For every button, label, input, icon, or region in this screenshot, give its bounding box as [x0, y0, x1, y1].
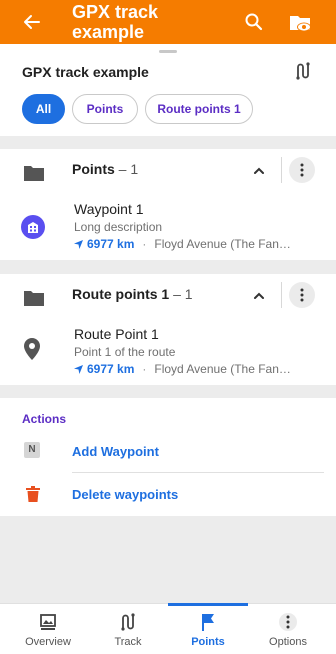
meta-separator: · — [142, 362, 147, 376]
chevron-up-icon[interactable] — [252, 164, 266, 178]
waypoint-building-icon — [21, 215, 45, 239]
more-vertical-icon — [300, 163, 304, 177]
folder-eye-icon[interactable] — [289, 12, 313, 34]
overview-image-icon — [40, 614, 56, 630]
chevron-up-icon[interactable] — [252, 289, 266, 303]
delete-waypoints-button[interactable]: Delete waypoints — [72, 487, 178, 502]
n-icon: N — [24, 442, 40, 458]
filter-chip-all[interactable]: All — [22, 94, 65, 124]
route-point-address: Floyd Avenue (The Fan… — [154, 362, 291, 376]
nav-label: Options — [269, 636, 307, 648]
group-name: Points — [72, 161, 115, 177]
group-title[interactable]: Points – 1 — [72, 161, 138, 177]
folder-icon — [24, 166, 44, 181]
points-group-card: Points – 1 Waypoint 1 Long description 6… — [0, 149, 336, 260]
nav-track[interactable]: Track — [88, 604, 168, 654]
filter-chip-points[interactable]: Points — [72, 94, 138, 124]
route-point-name[interactable]: Route Point 1 — [74, 326, 159, 342]
search-icon[interactable] — [244, 12, 264, 32]
waypoint-description: Long description — [74, 220, 163, 234]
more-vertical-icon — [279, 613, 297, 631]
actions-header: Actions — [22, 412, 67, 426]
divider — [281, 157, 282, 183]
filter-chip-route-points[interactable]: Route points 1 — [145, 94, 253, 124]
drag-handle[interactable] — [159, 50, 177, 53]
nav-label: Points — [191, 636, 225, 648]
group-menu-button[interactable] — [289, 282, 315, 308]
nav-overview[interactable]: Overview — [8, 604, 88, 654]
track-route-icon — [121, 613, 135, 631]
nav-label: Overview — [25, 636, 71, 648]
flag-icon — [202, 614, 214, 631]
folder-icon — [24, 291, 44, 306]
route-point-description: Point 1 of the route — [74, 345, 176, 359]
app-bar-title: GPX track example — [72, 2, 159, 42]
direction-arrow-icon — [74, 240, 83, 250]
add-waypoint-button[interactable]: Add Waypoint — [72, 444, 159, 459]
track-route-icon[interactable] — [293, 61, 313, 81]
back-arrow-icon[interactable] — [22, 12, 42, 32]
track-sheet-header: GPX track example All Points Route point… — [0, 44, 336, 136]
nav-label: Track — [114, 636, 142, 648]
group-title[interactable]: Route points 1 – 1 — [72, 286, 193, 302]
route-point-meta: 6977 km · Floyd Avenue (The Fan… — [74, 362, 324, 376]
nav-options[interactable]: Options — [248, 604, 328, 654]
sheet-title: GPX track example — [22, 64, 149, 80]
group-menu-button[interactable] — [289, 157, 315, 183]
more-vertical-icon — [300, 288, 304, 302]
route-points-group-card: Route points 1 – 1 Route Point 1 Point 1… — [0, 274, 336, 385]
location-pin-icon — [24, 338, 40, 360]
trash-icon — [26, 486, 40, 502]
divider — [281, 282, 282, 308]
divider — [72, 472, 324, 473]
actions-section: Actions N Add Waypoint Delete waypoints — [0, 398, 336, 516]
group-count: – 1 — [118, 161, 139, 177]
route-point-distance: 6977 km — [87, 362, 135, 376]
active-tab-indicator — [168, 603, 248, 606]
meta-separator: · — [142, 237, 147, 251]
direction-arrow-icon — [74, 365, 83, 375]
app-bar: GPX track example — [0, 0, 336, 44]
nav-points[interactable]: Points — [168, 603, 248, 654]
waypoint-address: Floyd Avenue (The Fan… — [154, 237, 291, 251]
waypoint-meta: 6977 km · Floyd Avenue (The Fan… — [74, 237, 324, 251]
bottom-navigation: Overview Track Points Options — [0, 603, 336, 654]
group-name: Route points 1 — [72, 286, 170, 302]
group-count: – 1 — [173, 286, 193, 302]
waypoint-distance: 6977 km — [87, 237, 135, 251]
waypoint-name[interactable]: Waypoint 1 — [74, 201, 144, 217]
